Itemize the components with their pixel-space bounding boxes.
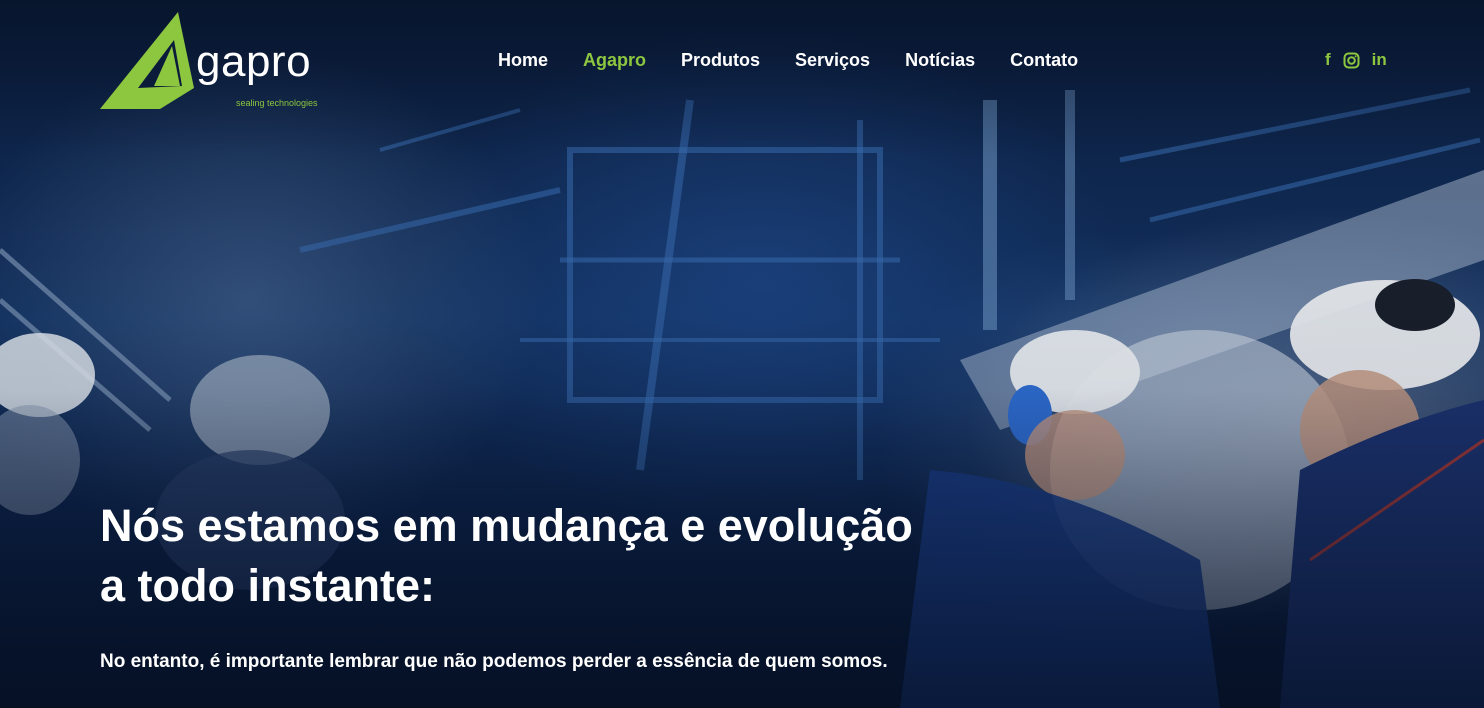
hero-subline: No entanto, é importante lembrar que não…: [100, 651, 888, 672]
social-links: f in: [1325, 48, 1387, 72]
logo-wordmark[interactable]: gapro: [196, 40, 311, 84]
main-nav: Home Agapro Produtos Serviços Notícias C…: [498, 48, 1078, 72]
hero-headline-line1: Nós estamos em mudança e evolução: [100, 500, 913, 551]
logo-tagline: sealing technologies: [236, 98, 318, 108]
hero-headline: Nós estamos em mudança e evolução a todo…: [100, 496, 1060, 616]
linkedin-icon[interactable]: in: [1372, 48, 1387, 72]
hero-section: gapro sealing technologies Home Agapro P…: [0, 0, 1484, 708]
instagram-icon[interactable]: [1343, 48, 1360, 72]
nav-item-servicos[interactable]: Serviços: [795, 48, 870, 72]
nav-item-contato[interactable]: Contato: [1010, 48, 1078, 72]
nav-item-home[interactable]: Home: [498, 48, 548, 72]
hero-headline-line2: a todo instante:: [100, 560, 435, 611]
nav-item-noticias[interactable]: Notícias: [905, 48, 975, 72]
nav-item-produtos[interactable]: Produtos: [681, 48, 760, 72]
nav-item-agapro[interactable]: Agapro: [583, 48, 646, 72]
site-header: gapro sealing technologies Home Agapro P…: [0, 0, 1484, 120]
facebook-icon[interactable]: f: [1325, 48, 1331, 72]
